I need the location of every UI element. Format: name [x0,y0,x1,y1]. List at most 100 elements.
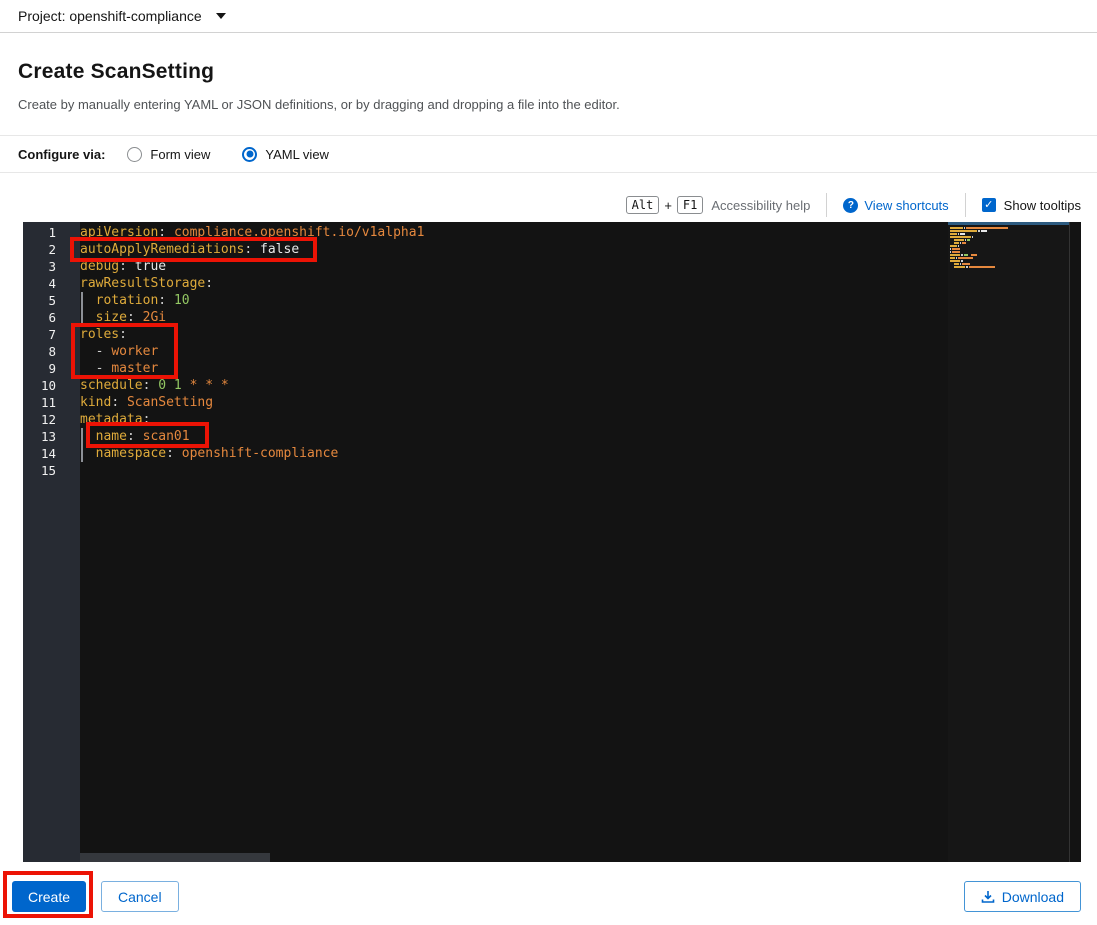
code-token: master [111,361,159,376]
radio-yaml-view-circle-icon[interactable] [242,146,258,162]
code-line[interactable]: namespace: openshift-compliance [80,445,948,462]
page-title: Create ScanSetting [18,60,215,83]
code-token: : [158,225,174,240]
code-line[interactable] [80,462,948,479]
code-token: - [80,344,112,359]
view-shortcuts-label: View shortcuts [864,197,949,213]
code-token: : [158,293,174,308]
code-line[interactable]: name: scan01 [80,428,948,445]
code-token: 10 [173,293,190,308]
code-token: openshift-compliance [181,446,339,461]
toolbar-divider [826,193,828,217]
code-token: worker [111,344,159,359]
code-token: : [111,395,127,410]
radio-form-view-label: Form view [150,146,211,162]
code-token: rotation [95,293,159,308]
kbd-alt: Alt [625,196,660,214]
code-token: 0 1 [158,378,182,393]
editor-vertical-scrollbar[interactable] [1069,222,1081,862]
editor-line-number-gutter: 1 2 3 4 5 6 7 8 9 10 11 12 13 14 15 [23,222,80,862]
code-line[interactable]: roles: [80,326,948,343]
configure-via-label: Configure via: [18,146,106,162]
code-token: : [126,429,143,444]
configure-via-row: Configure via: Form view YAML view [0,135,1097,173]
code-token: : [126,310,143,325]
code-token: debug [80,259,120,274]
indent-guide [81,309,83,326]
code-line[interactable]: autoApplyRemediations: false [80,241,948,258]
cancel-button[interactable]: Cancel [101,881,179,912]
code-token: : [205,276,214,291]
code-token: : [166,446,182,461]
code-token: compliance.openshift.io/v1alpha1 [173,225,425,240]
editor-minimap[interactable] [948,222,1069,862]
code-token: * * * [189,378,229,393]
line-number: 5 [48,293,56,308]
code-line[interactable]: schedule: 0 1 * * * [80,377,948,394]
code-line[interactable]: apiVersion: compliance.openshift.io/v1al… [80,224,948,241]
code-line[interactable]: debug: true [80,258,948,275]
page-description: Create by manually entering YAML or JSON… [18,97,620,112]
editor-code-area[interactable]: apiVersion: compliance.openshift.io/v1al… [80,224,948,479]
line-number: 1 [48,225,56,240]
code-token: size [95,310,127,325]
code-token: apiVersion [80,225,159,240]
line-number: 9 [48,361,56,376]
code-token: schedule [80,378,143,393]
show-tooltips-label: Show tooltips [1003,197,1081,213]
code-token: : [244,242,261,257]
line-number: 13 [40,429,56,444]
editor-horizontal-scrollbar[interactable] [80,853,270,862]
code-line[interactable]: rawResultStorage: [80,275,948,292]
code-token: : [142,378,159,393]
code-token: ScanSetting [126,395,214,410]
code-token: scan01 [142,429,190,444]
radio-form-view[interactable]: Form view [127,146,211,162]
indent-guide [81,445,83,462]
indent-guide [81,428,83,445]
code-token: namespace [95,446,167,461]
line-number: 4 [48,276,56,291]
code-token: rawResultStorage [80,276,206,291]
radio-form-view-circle-icon[interactable] [127,146,143,162]
view-shortcuts-link[interactable]: ? View shortcuts [843,197,949,213]
code-token: : [119,327,127,342]
code-token: false [260,242,300,257]
download-button[interactable]: Download [963,881,1081,912]
code-line[interactable]: rotation: 10 [80,292,948,309]
line-number: 2 [48,242,56,257]
kbd-f1: F1 [676,196,704,214]
line-number: 14 [40,446,56,461]
line-number: 7 [48,327,56,342]
minimap-viewport-indicator [948,222,1069,225]
help-question-icon: ? [843,197,859,213]
editor-toolbar: Alt + F1 Accessibility help ? View short… [625,190,1081,220]
line-number: 8 [48,344,56,359]
code-token: : [142,412,151,427]
line-number: 12 [40,412,56,427]
project-selector[interactable]: Project: openshift-compliance [0,0,1097,33]
code-line[interactable]: metadata: [80,411,948,428]
show-tooltips-checkbox[interactable]: ✓ [981,198,996,212]
code-line[interactable]: size: 2Gi [80,309,948,326]
line-number: 6 [48,310,56,325]
code-token: name [95,429,127,444]
create-button[interactable]: Create [12,881,87,912]
indent-guide [81,292,83,309]
chevron-down-icon [215,13,226,19]
project-selector-label: Project: openshift-compliance [18,8,202,24]
minimap-code-marks [950,227,1009,272]
code-line[interactable]: kind: ScanSetting [80,394,948,411]
code-line[interactable]: - worker [80,343,948,360]
yaml-editor[interactable]: 1 2 3 4 5 6 7 8 9 10 11 12 13 14 15 apiVersion: compli… [23,222,1081,862]
download-button-label: Download [1001,888,1064,905]
radio-yaml-view[interactable]: YAML view [242,146,329,162]
line-number: 15 [40,463,56,478]
code-token: autoApplyRemediations [80,242,245,257]
code-token: kind [80,395,112,410]
radio-yaml-view-label: YAML view [265,146,329,162]
toolbar-divider [964,193,966,217]
code-token: : [119,259,135,274]
code-line[interactable]: - master [80,360,948,377]
